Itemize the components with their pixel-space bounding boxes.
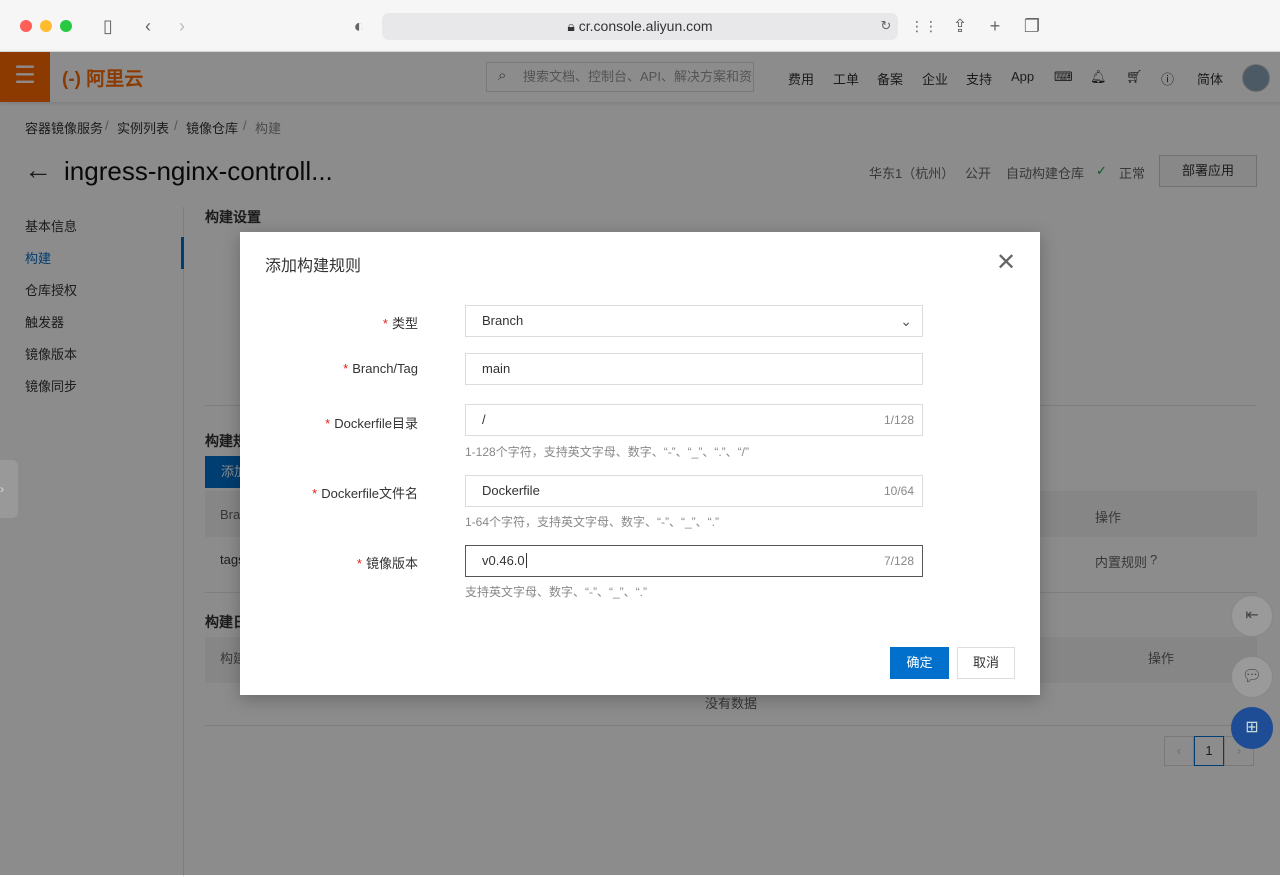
close-window-button[interactable] — [20, 20, 32, 32]
add-build-rule-dialog: 添加构建规则 ✕ * 类型 Branch ⌄ * Branch/Tag main * D… — [240, 232, 1040, 695]
browser-toolbar: ▯ ‹ › ◐ 🔒︎ cr.console.aliyun.com ↻ ⋮⋮ ⇪ … — [0, 0, 1280, 52]
field-label-dockerfile-name: * Dockerfile文件名 — [312, 486, 418, 501]
share-icon[interactable]: ⇪ — [948, 14, 972, 38]
char-count: 7/128 — [883, 554, 914, 568]
dockerfile-name-help: 1-64个字符，支持英文字母、数字、“-”、“_”、“.” — [465, 515, 719, 529]
char-count: 1/128 — [883, 413, 914, 427]
tabs-icon[interactable]: ❐ — [1020, 14, 1044, 38]
new-tab-icon[interactable]: + — [983, 14, 1007, 38]
address-bar[interactable]: 🔒︎ cr.console.aliyun.com — [382, 13, 898, 40]
field-label-image-version: * 镜像版本 — [356, 556, 418, 571]
back-icon[interactable]: ‹ — [136, 14, 160, 38]
lock-icon: 🔒︎ — [567, 18, 579, 34]
dockerfile-name-input[interactable]: Dockerfile 10/64 — [465, 475, 923, 507]
grid-icon[interactable]: ⋮⋮ — [910, 14, 938, 38]
confirm-button[interactable]: 确定 — [890, 647, 949, 679]
field-label-branch-tag: * Branch/Tag — [343, 361, 418, 376]
feedback-icon[interactable]: ⇤ — [1231, 595, 1273, 637]
expand-handle-icon[interactable]: › — [0, 460, 18, 518]
apps-icon[interactable]: ⊞ — [1231, 707, 1273, 749]
image-version-input[interactable]: v0.46.0 7/128 — [465, 545, 923, 577]
field-label-dockerfile-dir: * Dockerfile目录 — [325, 416, 418, 431]
dockerfile-dir-input[interactable]: /1/128 — [465, 404, 923, 436]
image-version-help: 支持英文字母、数字、“-”、“_”、“.” — [465, 585, 647, 599]
char-count: 10/64 — [883, 484, 914, 498]
reload-icon[interactable]: ↻ — [874, 14, 898, 38]
shield-icon[interactable]: ◐ — [347, 14, 371, 38]
dialog-title: 添加构建规则 — [265, 258, 362, 275]
field-label-type: * 类型 — [382, 316, 418, 331]
dockerfile-dir-help: 1-128个字符，支持英文字母、数字、“-”、“_”、“.”、“/” — [465, 445, 749, 459]
close-icon[interactable]: ✕ — [996, 248, 1016, 277]
forward-icon[interactable]: › — [170, 14, 194, 38]
zoom-window-button[interactable] — [60, 20, 72, 32]
minimize-window-button[interactable] — [40, 20, 52, 32]
chevron-down-icon: ⌄ — [900, 313, 912, 329]
sidebar-toggle-icon[interactable]: ▯ — [96, 14, 120, 38]
cancel-button[interactable]: 取消 — [957, 647, 1015, 679]
chat-icon[interactable]: 💬︎ — [1231, 656, 1273, 698]
branch-tag-input[interactable]: main — [465, 353, 923, 385]
type-select[interactable]: Branch ⌄ — [465, 305, 923, 337]
